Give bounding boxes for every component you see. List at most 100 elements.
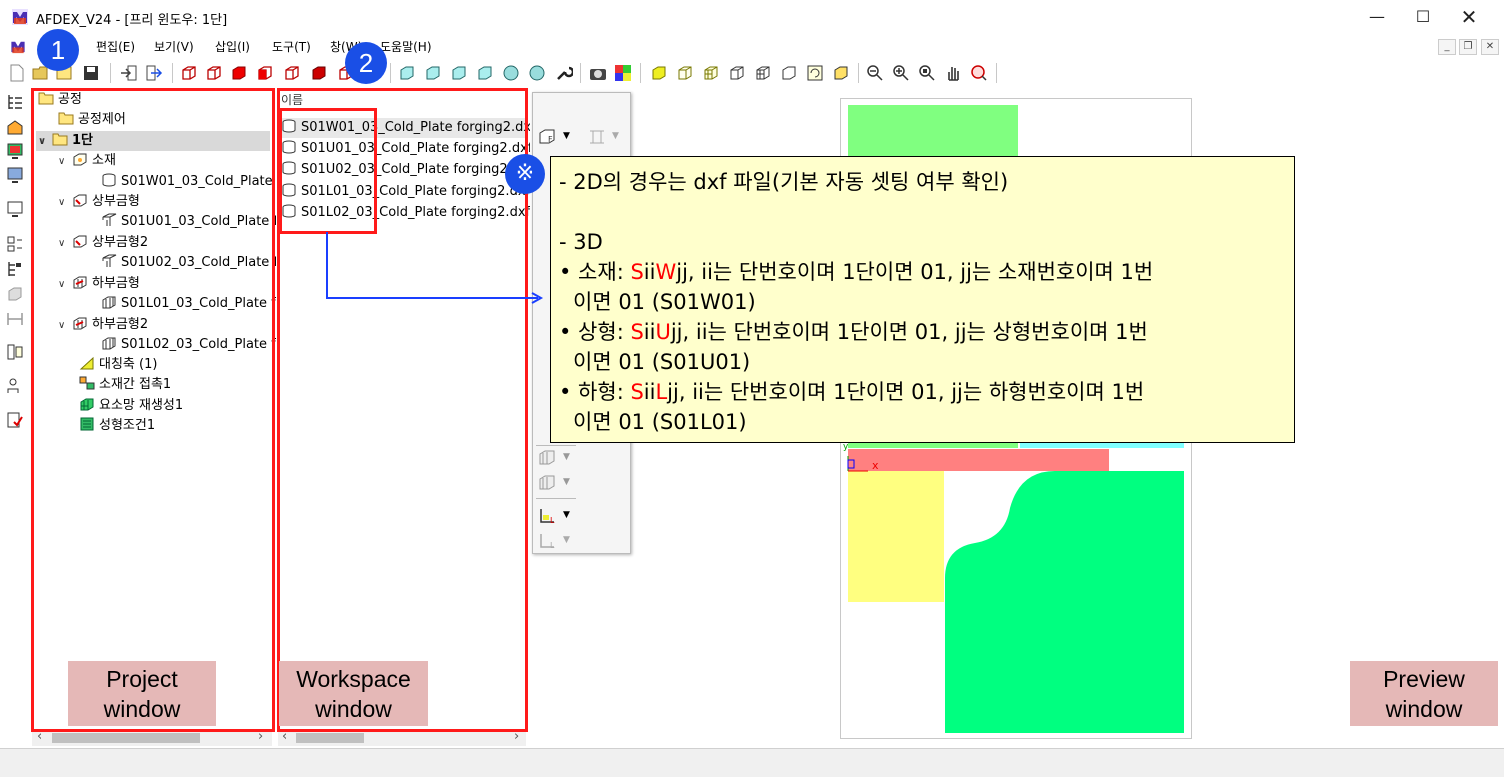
menu-edit[interactable]: 편집(E) — [96, 38, 135, 55]
measure-icon[interactable] — [6, 310, 24, 328]
rotate-view-4-icon[interactable] — [476, 64, 494, 82]
callout-line-2d: - 2D의 경우는 dxf 파일(기본 자동 셋팅 여부 확인) — [559, 170, 1009, 194]
zoom-fit-icon[interactable] — [918, 64, 936, 82]
scrollbar-thumb[interactable] — [296, 733, 364, 743]
mesh-view-icon[interactable] — [702, 64, 720, 82]
axis-tool-2-icon[interactable]: L — [538, 532, 558, 550]
stack-view-icon[interactable] — [832, 64, 850, 82]
export-icon[interactable] — [145, 64, 163, 82]
chevron-down-icon[interactable]: ▼ — [612, 131, 619, 141]
rule-s: S — [630, 380, 644, 404]
axis-tool-icon[interactable]: L — [538, 507, 558, 525]
app-logo-icon — [12, 9, 28, 25]
chevron-down-icon[interactable]: ▼ — [563, 510, 570, 520]
cube-view-2-icon[interactable] — [205, 64, 223, 82]
rotate-view-2-icon[interactable] — [424, 64, 442, 82]
connector-arrow — [326, 232, 544, 304]
rule-ii: ii — [643, 260, 656, 284]
hidden-line-icon[interactable] — [780, 64, 798, 82]
user-icon[interactable] — [6, 377, 24, 395]
mesh-tool-2-icon[interactable] — [538, 474, 558, 492]
menu-view[interactable]: 보기(V) — [154, 38, 194, 55]
wrench-icon[interactable] — [555, 64, 573, 82]
project-window-highlight — [31, 88, 275, 732]
cube-view-6-icon[interactable] — [310, 64, 328, 82]
svg-text:L: L — [550, 516, 555, 525]
filename-prefix-highlight — [279, 108, 377, 234]
layout-icon[interactable] — [6, 235, 24, 253]
save-icon[interactable] — [82, 64, 100, 82]
mdi-restore-button[interactable]: ❐ — [1459, 39, 1477, 55]
hierarchy-icon[interactable] — [6, 260, 24, 278]
callout-upper-example: 이면 01 (S01U01) — [573, 350, 751, 374]
toolbar-separator — [172, 63, 173, 83]
mdi-close-button[interactable]: ✕ — [1481, 39, 1499, 55]
toolbar — [0, 60, 1504, 88]
rule-code: L — [655, 380, 668, 404]
rule-code: W — [655, 260, 677, 284]
monitor-icon[interactable] — [6, 166, 24, 184]
zoom-in-icon[interactable] — [892, 64, 910, 82]
menu-help[interactable]: 도움말(H) — [380, 38, 432, 55]
palette-separator — [536, 498, 576, 499]
menu-insert[interactable]: 삽입(I) — [215, 38, 250, 55]
rule-ii: ii — [643, 380, 656, 404]
chevron-down-icon[interactable]: ▼ — [563, 535, 570, 545]
zoom-window-icon[interactable] — [970, 64, 988, 82]
toolbar-separator — [996, 63, 997, 83]
pan-hand-icon[interactable] — [944, 64, 962, 82]
toolbar-separator — [390, 63, 391, 83]
chevron-down-icon[interactable]: ▼ — [563, 131, 570, 141]
chevron-down-icon[interactable]: ▼ — [563, 452, 570, 462]
cube-view-5-icon[interactable] — [283, 64, 301, 82]
rotate-view-6-icon[interactable] — [528, 64, 546, 82]
face-tool-icon[interactable]: F — [538, 128, 558, 146]
palette-separator — [536, 445, 576, 446]
rule-prefix: • 소재: — [559, 260, 631, 284]
callout-material-rule: • 소재: SiiWjj, ii는 단번호이며 1단이면 01, jj는 소재번… — [559, 257, 1153, 287]
display-color-icon[interactable] — [6, 142, 24, 160]
mesh-tool-1-icon[interactable] — [538, 449, 558, 467]
grid-view-icon[interactable] — [754, 64, 772, 82]
object-icon[interactable] — [6, 285, 24, 303]
solid-view-icon[interactable] — [650, 64, 668, 82]
cube-view-4-icon[interactable] — [256, 64, 274, 82]
cube-view-1-icon[interactable] — [180, 64, 198, 82]
cube-view-3-icon[interactable] — [230, 64, 248, 82]
svg-text:F: F — [548, 135, 553, 144]
screen-icon[interactable] — [6, 200, 24, 218]
label-line: Workspace — [296, 666, 411, 692]
chevron-down-icon[interactable]: ▼ — [563, 477, 570, 487]
close-button[interactable]: ✕ — [1446, 0, 1492, 34]
mdi-minimize-button[interactable]: _ — [1438, 39, 1456, 55]
step-badge-two: 2 — [345, 42, 387, 84]
callout-material-example: 이면 01 (S01W01) — [573, 290, 756, 314]
rotate-view-1-icon[interactable] — [398, 64, 416, 82]
callout-upper-rule: • 상형: SiiUjj, ii는 단번호이며 1단이면 01, jj는 상형번… — [559, 317, 1148, 347]
wire-view-icon[interactable] — [676, 64, 694, 82]
dimension-tool-icon[interactable] — [587, 128, 607, 146]
rule-text: jj, ii는 단번호이며 1단이면 01, jj는 소재번호이며 1번 — [676, 260, 1154, 284]
document-logo-icon[interactable] — [9, 38, 27, 55]
import-icon[interactable] — [120, 64, 138, 82]
rule-ii: ii — [643, 320, 656, 344]
color-map-icon[interactable] — [614, 64, 632, 82]
rotate-view-5-icon[interactable] — [502, 64, 520, 82]
tree-view-icon[interactable] — [6, 93, 24, 111]
callout-lower-example: 이면 01 (S01L01) — [573, 410, 747, 434]
rule-s: S — [630, 260, 644, 284]
refresh-view-icon[interactable] — [806, 64, 824, 82]
outline-view-icon[interactable] — [728, 64, 746, 82]
maximize-button[interactable]: ☐ — [1400, 0, 1446, 34]
minimize-button[interactable]: — — [1354, 0, 1400, 34]
menu-tool[interactable]: 도구(T) — [272, 38, 311, 55]
zoom-out-icon[interactable] — [866, 64, 884, 82]
panel-icon[interactable] — [6, 343, 24, 361]
rotate-view-3-icon[interactable] — [450, 64, 468, 82]
camera-icon[interactable] — [589, 64, 607, 82]
checklist-icon[interactable] — [6, 411, 24, 429]
callout-line-3d: - 3D — [559, 230, 603, 254]
material-icon[interactable] — [6, 118, 24, 136]
new-file-icon[interactable] — [8, 64, 26, 82]
scrollbar-thumb[interactable] — [52, 733, 200, 743]
